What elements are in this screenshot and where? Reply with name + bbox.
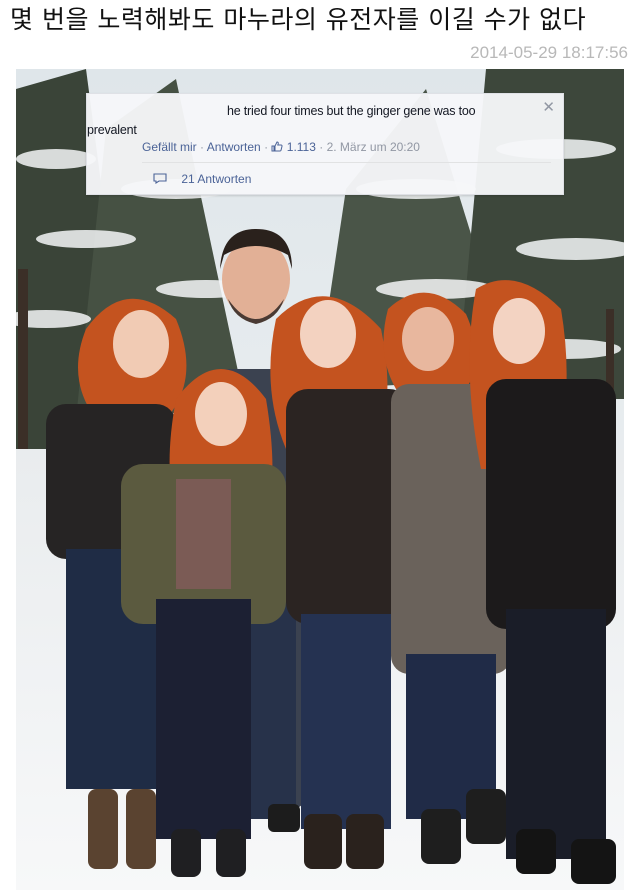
replies-label[interactable]: 21 Antworten xyxy=(181,172,251,186)
divider xyxy=(142,162,551,163)
meta-separator: · xyxy=(200,140,205,154)
replies-link[interactable]: 21 Antworten xyxy=(153,172,251,186)
meta-separator: · xyxy=(319,140,324,154)
comment-meta: Gefällt mir · Antworten · 1.113 · 2. Mär… xyxy=(142,140,420,154)
like-link[interactable]: Gefällt mir xyxy=(142,140,197,154)
facebook-comment-card: ✕ he tried four times but the ginger gen… xyxy=(86,93,564,195)
like-count[interactable]: 1.113 xyxy=(287,140,316,154)
reply-link[interactable]: Antworten xyxy=(207,140,261,154)
thumbs-up-icon xyxy=(271,140,286,154)
speech-bubble-icon xyxy=(153,173,167,185)
close-icon[interactable]: ✕ xyxy=(542,98,555,116)
post-title: 몇 번을 노력해봐도 마누라의 유전자를 이길 수가 없다 xyxy=(10,5,587,34)
meta-separator: · xyxy=(264,140,269,154)
comment-date[interactable]: 2. März um 20:20 xyxy=(327,140,420,154)
comment-text: he tried four times but the ginger gene … xyxy=(87,102,537,140)
comment-text-line2: prevalent xyxy=(87,123,137,137)
comment-text-line1: he tried four times but the ginger gene … xyxy=(227,104,476,118)
post-timestamp: 2014-05-29 18:17:56 xyxy=(470,43,628,62)
